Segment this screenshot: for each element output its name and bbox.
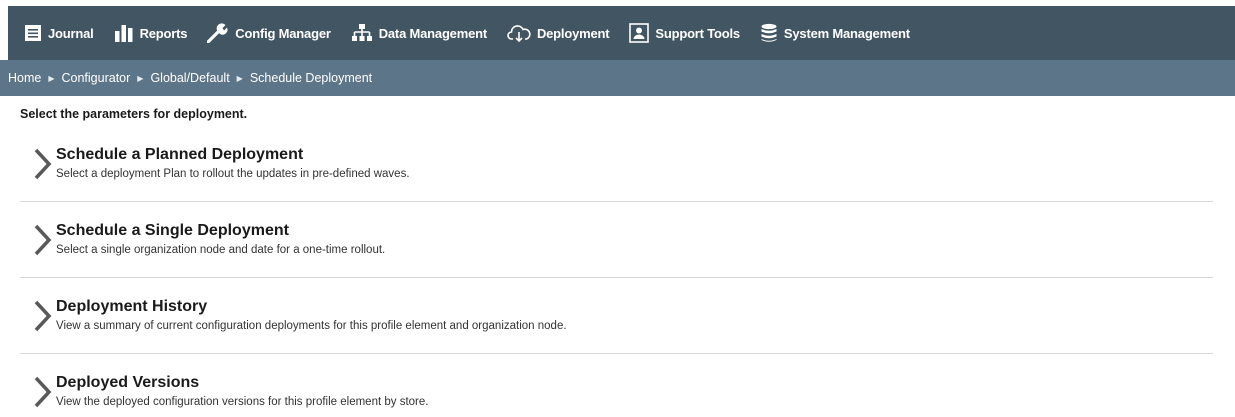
chevron-right-icon [34,300,52,332]
nav-label: Config Manager [235,25,331,41]
nav-label: Journal [48,25,94,41]
nav-item-reports[interactable]: Reports [108,6,202,60]
support-person-icon [629,23,650,43]
breadcrumb-configurator[interactable]: Configurator [62,71,131,85]
nav-label: Deployment [536,25,610,41]
nav-item-config-manager[interactable]: Config Manager [201,6,344,60]
nav-label: Support Tools [655,25,740,41]
page-instruction: Select the parameters for deployment. [20,107,248,121]
breadcrumb: Home ▶ Configurator ▶ Global/Default ▶ S… [0,60,1235,96]
nav-item-journal[interactable]: Journal [18,6,108,60]
option-title: Schedule a Planned Deployment [56,146,304,163]
option-title: Deployment History [56,298,208,315]
journal-icon [25,25,41,41]
option-schedule-single-deployment[interactable]: Schedule a Single Deployment Select a si… [20,202,1213,278]
option-schedule-planned-deployment[interactable]: Schedule a Planned Deployment Select a d… [20,126,1213,202]
top-navigation-bar: Journal Reports Config Manager Data Mana… [8,6,1235,60]
breadcrumb-separator-icon: ▶ [48,73,55,83]
nav-item-system-management[interactable]: System Management [754,6,924,60]
option-description: Select a single organization node and da… [56,244,386,256]
bar-chart-icon [114,25,133,42]
breadcrumb-global-default[interactable]: Global/Default [150,71,229,85]
breadcrumb-home[interactable]: Home [8,71,41,85]
cloud-download-icon [507,25,531,43]
option-description: View the deployed configuration versions… [56,396,429,408]
nav-item-support-tools[interactable]: Support Tools [623,6,754,60]
option-description: View a summary of current configuration … [56,320,567,332]
nav-label: System Management [783,25,910,41]
breadcrumb-separator-icon: ▶ [236,73,243,83]
nav-label: Reports [139,25,188,41]
breadcrumb-separator-icon: ▶ [137,73,144,83]
nav-item-deployment[interactable]: Deployment [501,6,623,60]
nav-item-data-management[interactable]: Data Management [345,6,501,60]
breadcrumb-current-page: Schedule Deployment [249,71,373,85]
deployment-options-list: Schedule a Planned Deployment Select a d… [20,126,1213,417]
hierarchy-icon [351,24,372,41]
nav-label: Data Management [378,25,487,41]
chevron-right-icon [34,148,52,180]
option-deployment-history[interactable]: Deployment History View a summary of cur… [20,278,1213,354]
chevron-right-icon [34,376,52,408]
option-deployed-versions[interactable]: Deployed Versions View the deployed conf… [20,354,1213,417]
option-title: Schedule a Single Deployment [56,222,289,239]
wrench-icon [207,23,228,43]
chevron-right-icon [34,224,52,256]
database-icon [761,23,777,42]
option-title: Deployed Versions [56,374,200,391]
option-description: Select a deployment Plan to rollout the … [56,168,410,180]
